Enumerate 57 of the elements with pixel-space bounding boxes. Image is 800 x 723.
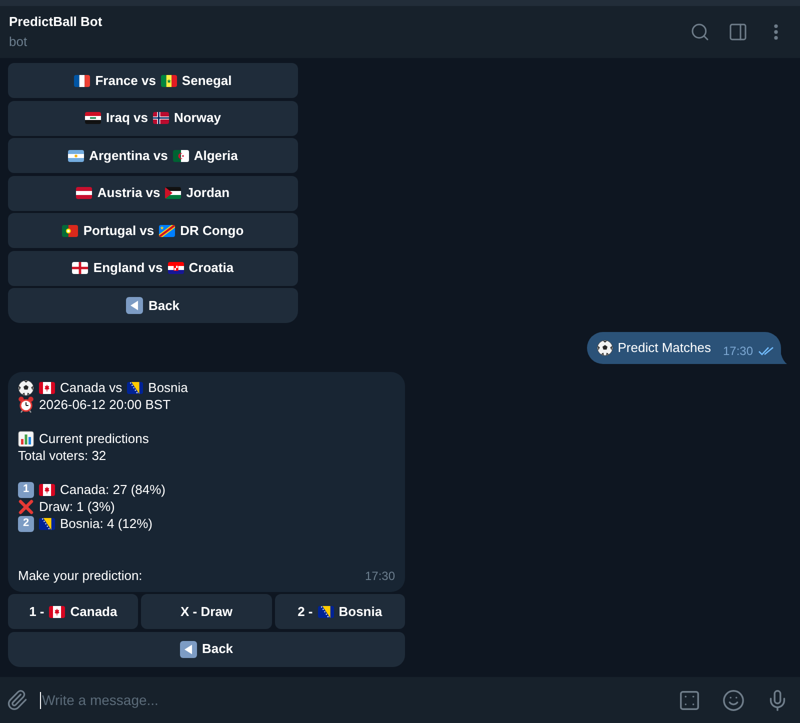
flag-icon <box>168 262 184 274</box>
sidebar-toggle-icon[interactable] <box>728 22 748 42</box>
keyboard-button[interactable]: Back <box>8 288 298 323</box>
alarm-clock-icon <box>18 396 34 413</box>
keyboard-button[interactable]: Austria vs Jordan <box>8 176 298 210</box>
cross-mark-icon <box>18 498 34 514</box>
keyboard-button[interactable]: France vs Senegal <box>8 63 298 98</box>
message-time: 17:30 <box>722 343 753 360</box>
flag-icon <box>76 187 92 199</box>
flag-icon <box>318 606 334 618</box>
attach-paperclip-icon[interactable] <box>6 689 28 711</box>
keyboard-button[interactable]: Back <box>8 632 405 666</box>
flag-icon <box>159 224 176 236</box>
flag-icon <box>152 112 169 124</box>
keycap-badge: 1 <box>18 482 34 498</box>
flag-icon <box>39 484 55 496</box>
message-text: Predict Matches <box>618 339 711 358</box>
flag-icon <box>172 150 189 162</box>
message-input[interactable]: Write a message... <box>42 690 666 710</box>
flag-icon <box>39 518 55 530</box>
message-text: Draw: 1 (3%) <box>39 498 115 515</box>
keyboard-button[interactable]: 2 - Bosnia <box>274 594 405 629</box>
flag-icon <box>160 74 177 86</box>
message-text: Make your prediction: <box>18 567 142 584</box>
bar-chart-icon <box>18 430 34 446</box>
chat-title: PredictBall Bot <box>9 13 102 31</box>
message-text: Bosnia <box>148 379 188 396</box>
message-text: 2026-06-12 20:00 BST <box>39 396 171 413</box>
keyboard-button[interactable]: England vs Croatia <box>8 250 298 286</box>
keyboard-button[interactable]: X - Draw <box>141 594 272 629</box>
message-text: Total voters: 32 <box>18 447 106 464</box>
four-dots-square-icon[interactable] <box>678 688 701 712</box>
flag-icon <box>68 150 84 162</box>
message-text: Canada vs <box>60 379 122 396</box>
keyboard-button[interactable]: Iraq vs Norway <box>8 100 298 136</box>
search-icon[interactable] <box>690 22 710 42</box>
flag-icon <box>62 224 78 236</box>
flag-icon <box>49 606 66 618</box>
soccer-ball-icon <box>18 380 34 396</box>
flag-icon <box>127 382 144 394</box>
soccer-ball-icon <box>596 340 613 356</box>
flag-icon <box>165 187 182 199</box>
keycap-badge: 2 <box>18 516 34 532</box>
keyboard-button[interactable]: 1 - Canada <box>8 594 138 629</box>
flag-icon <box>85 112 102 124</box>
emoji-smiley-icon[interactable] <box>722 688 745 712</box>
flag-icon <box>72 262 88 274</box>
message-text: Canada: 27 (84%) <box>60 481 166 498</box>
keyboard-button[interactable]: Portugal vs DR Congo <box>8 213 298 248</box>
flag-icon <box>39 382 55 394</box>
keyboard-button[interactable]: Argentina vs Algeria <box>8 138 298 173</box>
flag-icon <box>74 74 90 86</box>
message-text: Bosnia: 4 (12%) <box>60 515 152 532</box>
message-text: Current predictions <box>39 430 149 447</box>
message-time: 17:30 <box>364 569 395 584</box>
text-cursor-icon <box>40 692 41 708</box>
chat-subtitle: bot <box>9 33 28 51</box>
